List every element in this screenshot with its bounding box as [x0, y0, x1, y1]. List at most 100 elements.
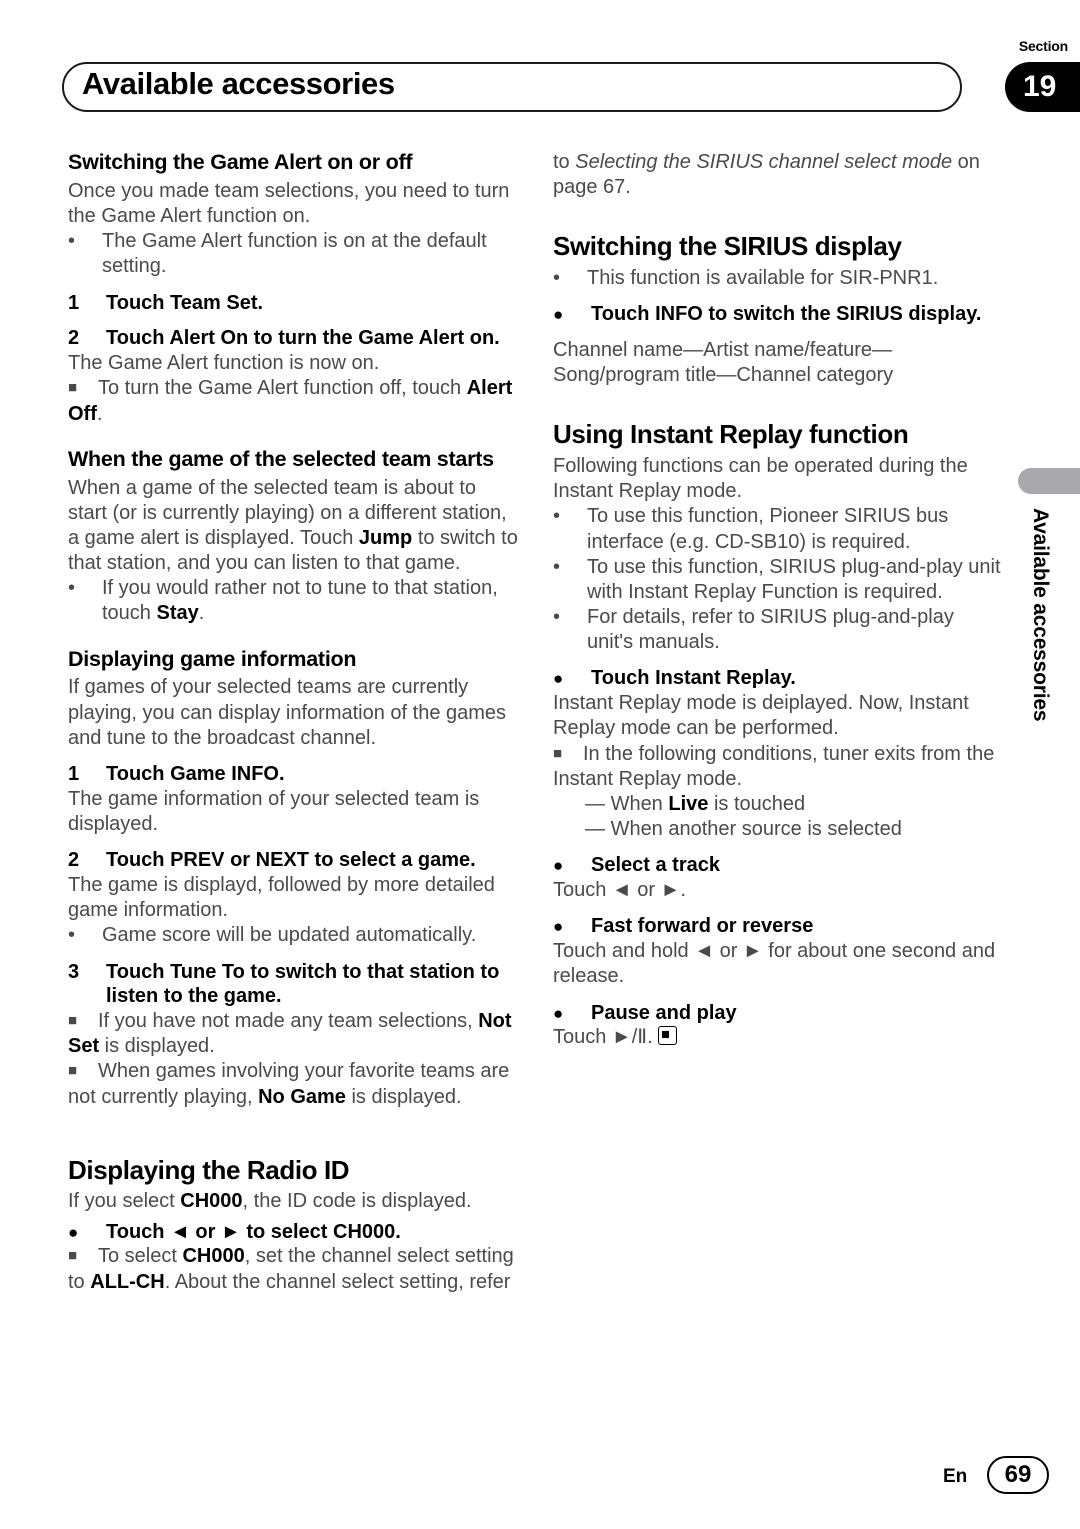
note-all-ch: ■ To select CH000, set the channel select… — [68, 1244, 518, 1294]
bullet-dot-icon: • — [553, 267, 561, 289]
bullet-filled-circle-icon: ● — [68, 1222, 79, 1242]
operation-text: Fast forward or reverse — [591, 915, 814, 938]
note-text-a: If you have not made any team selections… — [98, 1010, 479, 1033]
bullet-square-icon: ■ — [68, 379, 78, 397]
thumb-tab-label: Available accessories — [1029, 508, 1052, 722]
section-number-badge: 19 — [1005, 62, 1080, 112]
step-touch-game-info: 1 Touch Game INFO. — [68, 762, 518, 787]
operation-touch-select-ch000: ● Touch ◄ or ► to select CH000. — [68, 1220, 518, 1245]
note-bold-ch000: CH000 — [182, 1245, 245, 1268]
heading-switching-sirius-display: Switching the SIRIUS display — [553, 231, 902, 262]
bullet-dot-icon: • — [68, 924, 76, 947]
result-game-displayed: The game is displayd, followed by more d… — [68, 873, 495, 922]
heading-displaying-game-information: Displaying game information — [68, 646, 357, 671]
note-exit-conditions: ■ In the following conditions, tuner exit… — [553, 742, 1003, 792]
text-part-b: , the ID code is displayed. — [242, 1190, 472, 1213]
operation-touch-instant-replay: ● Touch Instant Replay. — [553, 666, 1003, 691]
left-column: Switching the Game Alert on or off Once … — [68, 150, 518, 1295]
thumb-tab-marker — [1018, 468, 1080, 494]
note-turn-alert-off: ■ To turn the Game Alert function off, to… — [68, 376, 518, 426]
bullet-filled-circle-icon: ● — [553, 917, 564, 937]
paragraph-instant-replay-intro: Following functions can be operated duri… — [553, 454, 968, 503]
operation-select-a-track: ● Select a track — [553, 853, 1003, 878]
note-text-b: is displayed. — [99, 1035, 215, 1058]
step-text: Touch Tune To to switch to that station … — [106, 960, 500, 1008]
text-bold-ch000: CH000 — [180, 1190, 243, 1213]
bullet-square-icon: ■ — [553, 744, 563, 762]
step-text: Touch PREV or NEXT to select a game. — [106, 849, 476, 872]
text-bold-jump: Jump — [358, 526, 413, 549]
bullet-filled-circle-icon: ● — [553, 305, 564, 325]
step-number: 1 — [68, 762, 80, 785]
operation-text: Touch INFO to switch the SIRIUS display. — [591, 303, 982, 326]
note-text-b: . — [198, 602, 205, 625]
bullet-square-icon: ■ — [68, 1012, 78, 1030]
operation-text: Touch ◄ or ► to select CH000. — [106, 1220, 401, 1243]
paragraph-game-starts: When a game of the selected team is abou… — [68, 476, 518, 577]
heading-switching-game-alert: Switching the Game Alert on or off — [68, 150, 413, 174]
bullet-dot-icon: • — [68, 230, 76, 253]
step-number: 1 — [68, 291, 80, 314]
step-touch-team-set: 1 Touch Team Set. — [68, 291, 518, 316]
bullet-filled-circle-icon: ● — [553, 856, 564, 876]
note-stay: • If you would rather not to tune to that… — [68, 576, 518, 626]
step-text: Touch Game INFO. — [106, 762, 285, 785]
subnote-text-a: When — [610, 793, 669, 816]
step-number: 3 — [68, 960, 80, 983]
note-text: This function is available for SIR-PNR1. — [587, 267, 939, 289]
step-number: 2 — [68, 327, 80, 350]
note-text: To use this function, Pioneer SIRIUS bus… — [587, 505, 949, 553]
result-sirius-display-order: Channel name—Artist name/feature—Song/pr… — [553, 338, 894, 387]
subnote-text: When another source is selected — [610, 818, 902, 841]
note-text-pre: To turn the Game Alert function off, tou… — [98, 377, 467, 400]
note-not-set: ■ If you have not made any team selection… — [68, 1009, 518, 1059]
page-title: Available accessories — [82, 66, 395, 101]
note-no-game: ■ When games involving your favorite team… — [68, 1059, 518, 1109]
paragraph-continued-reference: to Selecting the SIRIUS channel select m… — [553, 150, 1003, 200]
note-game-alert-default: • The Game Alert function is on at the de… — [68, 229, 518, 279]
operation-text: Touch Instant Replay. — [591, 667, 796, 690]
bullet-dot-icon: • — [553, 505, 561, 528]
step-text: Touch Team Set. — [106, 291, 264, 314]
heading-when-game-starts: When the game of the selected team start… — [68, 446, 494, 471]
result-game-alert-on: The Game Alert function is now on. — [68, 352, 380, 375]
note-text-post: . — [96, 402, 103, 425]
text-part-a: If you select — [68, 1190, 181, 1213]
note-refer-manuals: • For details, refer to SIRIUS plug-and-p… — [553, 605, 1003, 655]
bullet-square-icon: ■ — [68, 1247, 78, 1265]
bullet-square-icon: ■ — [68, 1062, 78, 1080]
page-header: Available accessories Section 19 — [0, 0, 1080, 130]
result-fast-forward-reverse: Touch and hold ◄ or ► for about one seco… — [553, 940, 996, 988]
bullet-dot-icon: • — [68, 577, 76, 600]
operation-pause-and-play: ● Pause and play — [553, 1001, 1003, 1026]
paragraph-game-info-intro: If games of your selected teams are curr… — [68, 676, 507, 749]
result-select-track: Touch ◄ or ►. — [553, 879, 686, 902]
section-label: Section — [1018, 38, 1068, 54]
note-bold-all-ch: ALL-CH — [90, 1270, 165, 1293]
step-touch-tune-to: 3 Touch Tune To to switch to that station… — [68, 960, 518, 1010]
footer-page-number: 69 — [987, 1456, 1049, 1494]
step-number: 2 — [68, 849, 80, 872]
subnote-bold-live: Live — [668, 793, 709, 816]
note-text: Game score will be updated automatically… — [102, 924, 477, 947]
result-game-info-displayed: The game information of your selected te… — [68, 787, 480, 835]
bullet-filled-circle-icon: ● — [553, 669, 564, 689]
bullet-dot-icon: • — [553, 555, 561, 578]
note-text: The Game Alert function is on at the def… — [102, 230, 487, 278]
note-bus-interface-required: • To use this function, Pioneer SIRIUS bu… — [553, 504, 1003, 554]
text-italic-reference: Selecting the SIRIUS channel select mode — [575, 151, 953, 173]
heading-using-instant-replay: Using Instant Replay function — [553, 419, 909, 450]
paragraph-radio-id-intro: If you select CH000, the ID code is disp… — [68, 1189, 518, 1214]
operation-touch-info: ● Touch INFO to switch the SIRIUS display… — [553, 302, 1003, 327]
note-text-c: . About the channel select setting, refe… — [164, 1270, 511, 1293]
note-text-a: To select — [98, 1245, 183, 1268]
operation-text: Select a track — [591, 854, 720, 877]
paragraph-game-alert-intro: Once you made team selections, you need … — [68, 179, 510, 227]
note-game-score-updated: • Game score will be updated automaticall… — [68, 923, 518, 948]
subnote-another-source: — When another source is selected — [553, 817, 1003, 842]
bullet-filled-circle-icon: ● — [553, 1003, 564, 1023]
step-text: Touch Alert On to turn the Game Alert on… — [106, 327, 500, 350]
end-of-section-marker-icon — [657, 1026, 677, 1046]
operation-text: Pause and play — [591, 1001, 737, 1024]
operation-fast-forward-reverse: ● Fast forward or reverse — [553, 914, 1003, 939]
